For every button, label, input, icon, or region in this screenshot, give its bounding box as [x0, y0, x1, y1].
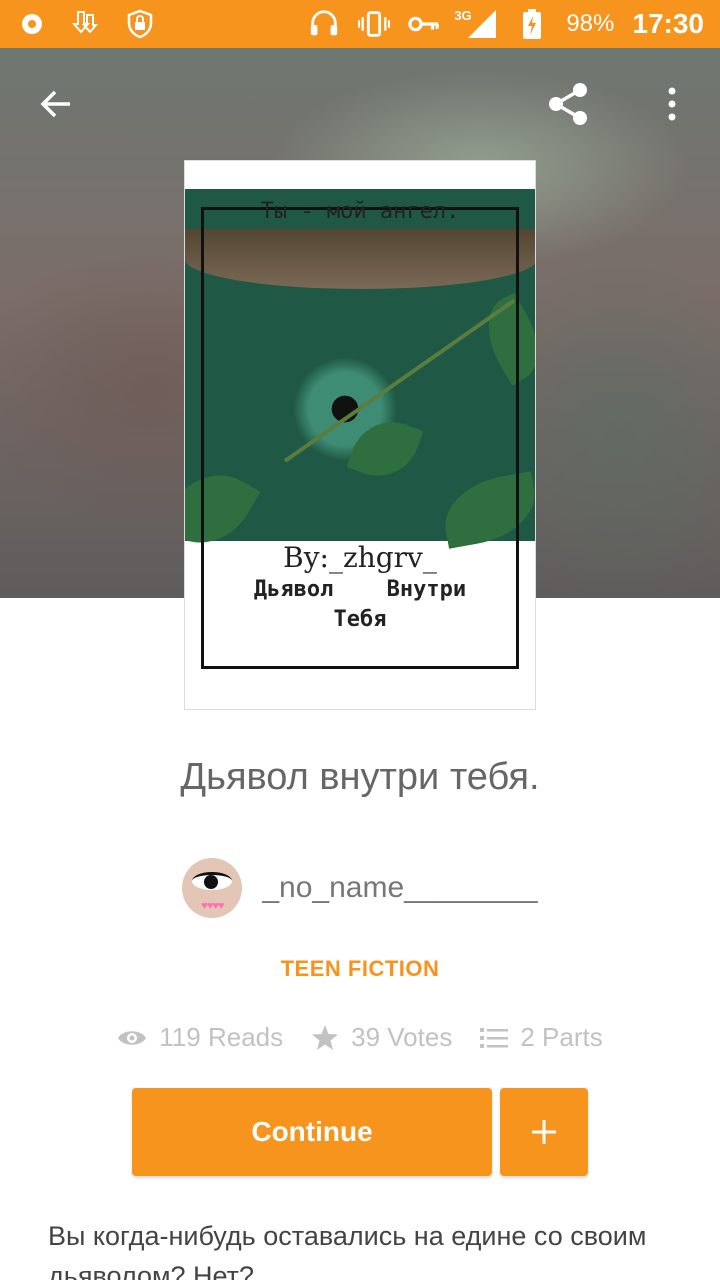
status-left-icons — [16, 8, 156, 40]
more-vert-icon — [668, 87, 676, 121]
reads-count: 119 Reads — [159, 1022, 284, 1052]
vibrate-icon — [358, 8, 391, 40]
status-right-icons: 3G 98% 17:30 — [308, 8, 704, 40]
avatar-hearts: ♥♥♥♥ — [201, 900, 224, 912]
key-icon — [408, 8, 440, 40]
cover-title-line1: Дьявол Внутри — [253, 577, 467, 602]
story-stats: 119 Reads 39 Votes 2 Parts — [0, 1022, 720, 1053]
share-icon — [549, 83, 587, 125]
parts-stat: 2 Parts — [480, 1022, 603, 1053]
signal-icon: 3G — [454, 8, 498, 40]
story-title: Дьявол внутри тебя. — [180, 756, 540, 798]
author-name[interactable]: _no_name________ — [262, 871, 537, 905]
votes-stat: 39 Votes — [311, 1022, 452, 1053]
cover-title-line2: Тебя — [333, 607, 387, 632]
story-description: Вы когда-нибудь оставались на едине со с… — [48, 1221, 647, 1280]
more-options-button[interactable] — [644, 76, 700, 132]
star-icon — [312, 1024, 339, 1050]
status-bar: 3G 98% 17:30 — [0, 0, 720, 48]
record-icon — [16, 8, 48, 40]
plus-icon — [532, 1120, 556, 1144]
lock-shield-icon — [124, 8, 156, 40]
download-icon — [70, 8, 102, 40]
cover-byline: By:_zhgrv_ — [283, 541, 437, 574]
battery-percent: 98% — [566, 10, 615, 37]
avatar[interactable]: ♥♥♥♥ — [182, 858, 243, 918]
network-type: 3G — [454, 8, 472, 23]
headset-icon — [308, 8, 340, 40]
list-icon — [480, 1027, 509, 1048]
parts-count: 2 Parts — [520, 1022, 603, 1052]
author-row[interactable]: ♥♥♥♥ _no_name________ — [0, 858, 720, 918]
cover-top-text: Ты - мой ангел. — [260, 199, 460, 224]
clock: 17:30 — [632, 8, 704, 39]
story-cover[interactable]: Ты - мой ангел. By:_zhgrv_ Дьявол Внутри… — [184, 160, 536, 710]
eye-icon — [118, 1030, 147, 1045]
reads-stat: 119 Reads — [117, 1022, 283, 1053]
share-button[interactable] — [540, 76, 596, 132]
battery-icon — [516, 8, 548, 40]
votes-count: 39 Votes — [351, 1022, 453, 1052]
continue-reading-button[interactable]: Continue — [132, 1088, 492, 1176]
category-link[interactable]: TEEN FICTION — [0, 956, 720, 982]
add-to-library-button[interactable] — [500, 1088, 588, 1176]
back-button[interactable] — [28, 76, 84, 132]
arrow-left-icon — [40, 90, 70, 118]
